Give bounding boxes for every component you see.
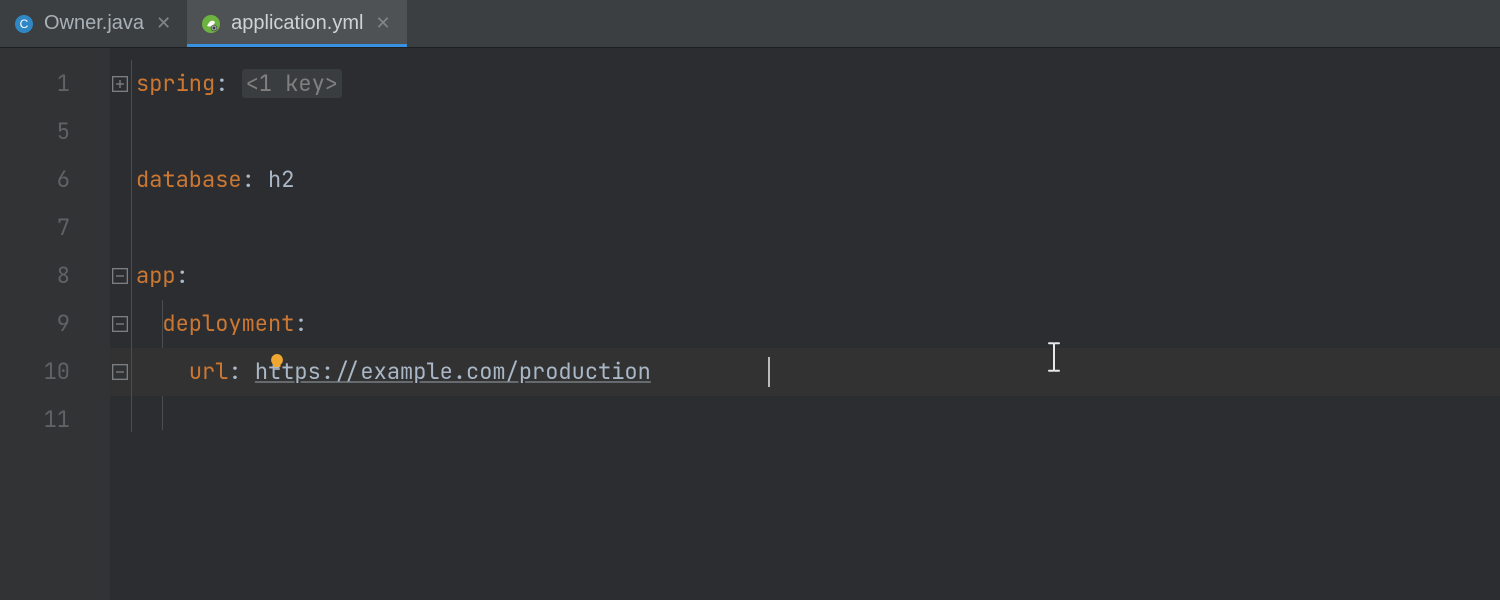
svg-text:C: C	[20, 17, 29, 31]
tab-label: application.yml	[231, 12, 363, 35]
tab-application-yml[interactable]: application.yml ✕	[187, 0, 406, 47]
close-icon[interactable]: ✕	[154, 13, 173, 34]
yaml-key: deployment	[162, 309, 294, 338]
close-icon[interactable]: ✕	[373, 13, 392, 34]
yaml-value-url[interactable]: https://example.com/production	[255, 357, 651, 386]
yaml-key: spring	[136, 69, 215, 98]
yaml-value: h2	[268, 165, 294, 194]
yaml-key: database	[136, 165, 242, 194]
gutter: 1 5 6 7 8 9 10 11	[0, 48, 110, 600]
line-number: 9	[0, 300, 110, 348]
yaml-key: url	[189, 357, 229, 386]
tab-label: Owner.java	[44, 12, 144, 35]
code-area[interactable]: spring: <1 key> database: h2 app: deploy…	[110, 48, 1500, 600]
line-number: 10	[0, 348, 110, 396]
editor[interactable]: 1 5 6 7 8 9 10 11 spring: <1 key> da	[0, 48, 1500, 600]
tab-owner-java[interactable]: C Owner.java ✕	[0, 0, 187, 47]
code-line[interactable]: app:	[136, 252, 1500, 300]
line-number: 6	[0, 156, 110, 204]
tab-bar: C Owner.java ✕ application.yml ✕	[0, 0, 1500, 48]
java-class-icon: C	[14, 14, 34, 34]
mouse-cursor-ibeam	[1045, 342, 1063, 381]
code-line[interactable]	[136, 108, 1500, 156]
code-line-current[interactable]: url: https://example.com/production	[136, 348, 1500, 396]
code-line[interactable]: spring: <1 key>	[136, 60, 1500, 108]
yaml-key: app	[136, 261, 176, 290]
text-caret	[768, 357, 770, 387]
line-number: 8	[0, 252, 110, 300]
line-number: 1	[0, 60, 110, 108]
code-line[interactable]: deployment:	[136, 300, 1500, 348]
folded-region[interactable]: <1 key>	[242, 69, 342, 98]
line-numbers: 1 5 6 7 8 9 10 11	[0, 48, 110, 600]
code-line[interactable]: database: h2	[136, 156, 1500, 204]
intention-bulb-icon[interactable]	[266, 351, 288, 373]
spring-config-icon	[201, 14, 221, 34]
code-line[interactable]	[136, 204, 1500, 252]
line-number: 11	[0, 396, 110, 444]
line-number: 5	[0, 108, 110, 156]
line-number: 7	[0, 204, 110, 252]
code-line[interactable]	[136, 396, 1500, 444]
